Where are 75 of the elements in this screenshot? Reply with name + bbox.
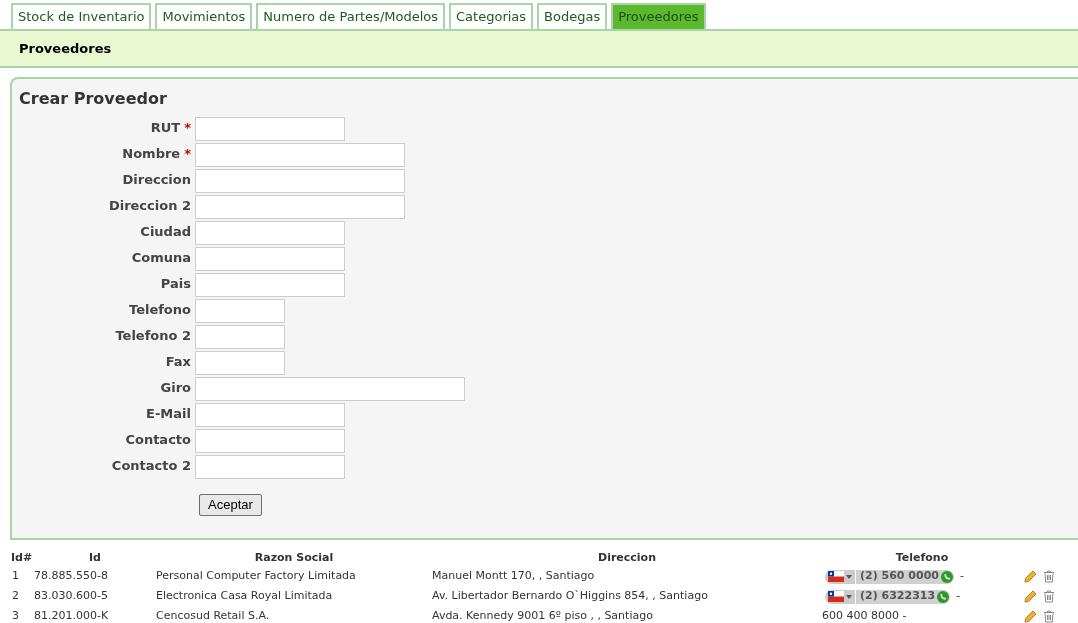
country-selector[interactable] — [825, 569, 855, 584]
flag-icon — [828, 571, 844, 582]
phone-number: (2) 6322313 — [860, 588, 936, 605]
table-cell: - — [959, 568, 964, 585]
field-label: Telefono — [129, 301, 191, 319]
input-field[interactable] — [195, 403, 345, 427]
phone-number: 600 400 8000 - — [822, 608, 907, 623]
input-field[interactable] — [195, 351, 285, 375]
tab[interactable]: Numero de Partes/Modelos — [256, 3, 446, 29]
phone-icon[interactable] — [940, 570, 953, 583]
input-field[interactable] — [195, 169, 405, 193]
field-label: Comuna — [131, 249, 191, 267]
input-field[interactable] — [195, 247, 345, 271]
field-label: E-Mail — [146, 405, 191, 423]
pencil-icon[interactable] — [1024, 610, 1037, 623]
field-label: RUT — [150, 119, 181, 137]
caret-icon — [846, 574, 852, 579]
table-cell: Av. Libertador Bernardo O`Higgins 854, , Santiago — [432, 589, 708, 603]
table-cell: Electronica Casa Royal Limitada — [156, 589, 333, 603]
field-label: Ciudad — [140, 223, 191, 241]
column-header: Id# — [11, 551, 33, 564]
form-title: Crear Proveedor — [19, 88, 167, 110]
field-label: Direccion 2 — [108, 197, 191, 215]
table-cell: Manuel Montt 170, , Santiago — [432, 569, 595, 583]
table-cell: 83.030.600-5 — [34, 589, 108, 603]
input-field[interactable] — [195, 429, 345, 453]
table-cell: Personal Computer Factory Limitada — [156, 569, 356, 583]
input-field[interactable] — [195, 143, 405, 167]
field-label: Pais — [160, 275, 191, 293]
section-title: Proveedores — [19, 39, 112, 58]
trash-icon[interactable] — [1043, 570, 1055, 583]
input-field[interactable] — [195, 117, 345, 141]
trash-icon[interactable] — [1043, 590, 1055, 603]
column-header: Telefono — [895, 551, 949, 564]
pencil-icon[interactable] — [1024, 590, 1037, 603]
table-cell: - — [956, 588, 961, 605]
table-cell: 2 — [12, 589, 19, 603]
table-cell: 81.201.000-K — [34, 609, 109, 623]
field-label: Telefono 2 — [115, 327, 191, 345]
input-field[interactable] — [195, 221, 345, 245]
tab[interactable]: Proveedores — [611, 3, 706, 29]
input-field[interactable] — [195, 325, 285, 349]
field-label: Nombre — [122, 145, 181, 163]
table-cell: Avda. Kennedy 9001 6º piso , , Santiago — [432, 609, 653, 623]
tab[interactable]: Stock de Inventario — [11, 3, 152, 29]
column-header: Id — [89, 551, 101, 564]
input-field[interactable] — [195, 299, 285, 323]
required-mark: * — [184, 119, 191, 137]
country-selector[interactable] — [825, 589, 855, 604]
input-field[interactable] — [195, 377, 465, 401]
pencil-icon[interactable] — [1024, 570, 1037, 583]
field-label: Fax — [165, 353, 191, 371]
table-cell: Cencosud Retail S.A. — [156, 609, 270, 623]
phone-number: (2) 560 0000 — [860, 568, 939, 585]
tab[interactable]: Categorias — [449, 3, 534, 29]
trash-icon[interactable] — [1043, 610, 1055, 623]
phone-icon[interactable] — [937, 590, 950, 603]
table-cell: 78.885.550-8 — [34, 569, 108, 583]
column-header: Razon Social — [254, 551, 334, 564]
tab[interactable]: Bodegas — [537, 3, 608, 29]
input-field[interactable] — [195, 455, 345, 479]
required-mark: * — [184, 145, 191, 163]
field-label: Direccion — [122, 171, 191, 189]
caret-icon — [846, 594, 852, 599]
column-header: Direccion — [598, 551, 656, 564]
table-cell: 1 — [12, 569, 19, 583]
flag-icon — [828, 591, 844, 602]
field-label: Contacto — [125, 431, 191, 449]
field-label: Giro — [160, 379, 191, 397]
input-field[interactable] — [195, 273, 345, 297]
accept-button[interactable]: Aceptar — [199, 494, 262, 516]
tab[interactable]: Movimientos — [155, 3, 253, 29]
field-label: Contacto 2 — [111, 457, 191, 475]
input-field[interactable] — [195, 195, 405, 219]
table-cell: 3 — [12, 609, 19, 623]
